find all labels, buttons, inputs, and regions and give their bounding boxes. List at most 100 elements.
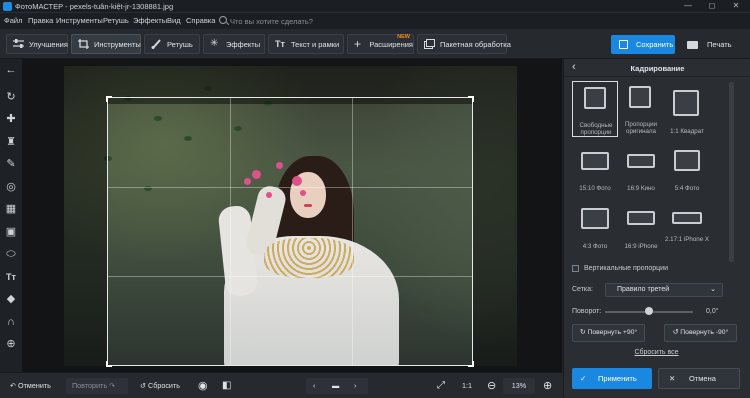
save-label: Сохранить <box>636 40 674 49</box>
grid-line <box>108 276 472 277</box>
sliders-icon <box>13 39 24 49</box>
gradient-filter-icon[interactable]: ▦ <box>4 202 18 216</box>
print-label: Печать <box>707 40 732 49</box>
cancel-label: Отмена <box>689 374 716 383</box>
tab-label: Улучшения <box>29 39 68 49</box>
text-icon: Tт <box>275 39 285 49</box>
rotate-plus-90-button[interactable]: ↻ Повернуть +90° <box>572 324 645 342</box>
compare-icon[interactable]: ◧ <box>222 378 231 394</box>
photo-canvas[interactable] <box>22 59 562 372</box>
preset-16-9-iphone[interactable]: 16:9 iPhone <box>618 202 664 258</box>
preset-square[interactable]: 1:1 Квадрат <box>664 81 710 137</box>
crop-frame[interactable] <box>106 96 474 367</box>
zoom-in-icon[interactable]: ⊕ <box>543 378 552 394</box>
tab-extensions[interactable]: + Расширения NEW <box>347 34 414 54</box>
tab-effects[interactable]: ✳ Эффекты <box>203 34 265 54</box>
ratio-icon <box>672 212 702 224</box>
tab-label: Эффекты <box>226 39 261 49</box>
crop-handle[interactable] <box>468 361 474 367</box>
bandage-icon[interactable]: ✚ <box>4 112 18 126</box>
grid-line <box>352 98 353 365</box>
vignette-icon[interactable]: ▣ <box>4 225 18 239</box>
new-badge: NEW <box>397 34 410 40</box>
undo-button[interactable]: ↶ Отменить <box>10 378 51 394</box>
magnet-icon[interactable]: ∩ <box>4 315 18 329</box>
chevron-down-icon: ⌄ <box>710 286 716 293</box>
search-box[interactable] <box>219 15 349 27</box>
menu-edit[interactable]: Правка <box>28 16 53 25</box>
zoom-level[interactable]: 13% <box>503 378 535 394</box>
ratio-icon <box>581 208 609 229</box>
left-toolbar: ← ↻ ✚ ♜ ✎ ◎ ▦ ▣ ⬭ Tт ◆ ∩ ⊕ <box>0 59 22 372</box>
tab-text-frames[interactable]: Tт Текст и рамки <box>268 34 344 54</box>
crop-handle[interactable] <box>106 96 112 102</box>
menu-help[interactable]: Справка <box>186 16 215 25</box>
next-chevron-icon[interactable]: › <box>354 378 356 394</box>
free-ratio-icon <box>584 87 606 109</box>
eye-icon[interactable]: ◉ <box>198 378 208 394</box>
panel-title: Кадрирование <box>630 64 685 73</box>
menu-file[interactable]: Файл <box>4 16 22 25</box>
tab-batch[interactable]: Пакетная обработка <box>417 34 511 54</box>
preset-15-10[interactable]: 15:10 Фото <box>572 144 618 200</box>
reset-button[interactable]: ↺ Сбросить <box>140 378 180 394</box>
preset-label: Свободные пропорции <box>579 122 613 136</box>
save-button[interactable]: Сохранить <box>611 35 675 54</box>
search-input[interactable] <box>230 15 348 27</box>
tab-tools[interactable]: Инструменты <box>71 34 141 54</box>
panel-header: ‹ Кадрирование <box>564 59 750 77</box>
redo-button[interactable]: Повторить ↷ <box>66 378 128 394</box>
tilt-shift-icon[interactable]: ⬭ <box>4 247 18 261</box>
close-button[interactable]: ✕ <box>724 0 748 13</box>
print-button[interactable]: Печать <box>683 35 743 54</box>
rotation-slider-handle[interactable] <box>645 307 653 315</box>
preset-iphone-x[interactable]: 2.17:1 iPhone X <box>664 202 710 258</box>
folder-icon[interactable]: ▬ <box>332 378 339 394</box>
tab-retouch[interactable]: Ретушь <box>144 34 200 54</box>
actual-size-button[interactable]: 1:1 <box>462 378 472 394</box>
grid-line <box>230 98 231 365</box>
crop-mask <box>64 104 107 366</box>
main-toolbar: Улучшения Инструменты Ретушь ✳ Эффекты T… <box>0 29 750 59</box>
brush-icon[interactable]: ✎ <box>4 157 18 171</box>
minimize-button[interactable]: — <box>676 0 700 13</box>
preset-4-3[interactable]: 4:3 Фото <box>572 202 618 258</box>
radial-icon[interactable]: ◎ <box>4 180 18 194</box>
menu-view[interactable]: Вид <box>167 16 181 25</box>
apply-button[interactable]: ✓ Применить <box>572 368 652 389</box>
menu-tools[interactable]: Инструменты <box>56 16 103 25</box>
reset-label: Сбросить <box>148 381 180 390</box>
preset-label: 15:10 Фото <box>579 185 611 192</box>
menu-retouch[interactable]: Ретушь <box>103 16 129 25</box>
reset-all-link[interactable]: Сбросить все <box>563 349 750 356</box>
rotate-icon[interactable]: ↻ <box>4 90 18 104</box>
grid-line <box>108 187 472 188</box>
maximize-button[interactable]: ◻ <box>700 0 724 13</box>
rotate-minus-90-button[interactable]: ↺ Повернуть -90° <box>664 324 737 342</box>
preset-5-4[interactable]: 5:4 Фото <box>664 144 710 200</box>
stamp-icon[interactable]: ♜ <box>4 135 18 149</box>
crop-handle[interactable] <box>106 361 112 367</box>
grid-dropdown[interactable]: Правило третей ⌄ <box>605 283 723 297</box>
back-arrow-icon[interactable]: ← <box>4 63 18 77</box>
tab-enhancements[interactable]: Улучшения <box>6 34 68 54</box>
zoom-out-icon[interactable]: ⊖ <box>487 378 496 394</box>
prev-chevron-icon[interactable]: ‹ <box>313 378 315 394</box>
vertical-proportions-checkbox[interactable] <box>572 265 579 272</box>
rotate-minus-label: Повернуть -90° <box>680 329 729 336</box>
preset-label: 5:4 Фото <box>674 185 700 192</box>
fit-screen-icon[interactable]: ⤢ <box>437 378 445 394</box>
crop-handle[interactable] <box>468 96 474 102</box>
menu-effects[interactable]: Эффекты <box>133 16 167 25</box>
preset-label: 16:9 iPhone <box>624 243 658 250</box>
panel-scrollbar[interactable] <box>729 82 734 262</box>
title-bar: ФотоМАСТЕР - pexels-tuân-kiệt-jr-1308881… <box>0 0 750 13</box>
cancel-button[interactable]: ✕ Отмена <box>658 368 740 389</box>
globe-icon[interactable]: ⊕ <box>4 337 18 351</box>
preset-16-9-cinema[interactable]: 16:9 Кино <box>618 144 664 200</box>
text-icon[interactable]: Tт <box>4 270 18 284</box>
preset-free[interactable]: Свободные пропорции <box>572 81 618 137</box>
fill-icon[interactable]: ◆ <box>4 292 18 306</box>
preset-label: 4:3 Фото <box>582 243 608 250</box>
preset-original[interactable]: Пропорции оригинала <box>618 81 664 137</box>
